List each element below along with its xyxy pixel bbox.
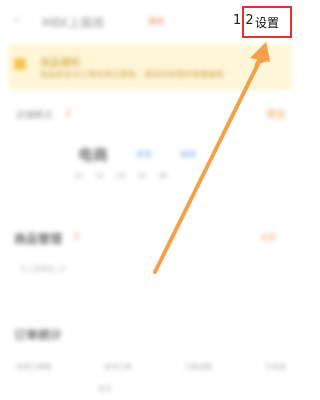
page-title: MBK上报商 (42, 16, 105, 30)
meta-item: 20 (137, 172, 147, 180)
orders-section-title: 订单统计 (14, 328, 63, 342)
meta-item: 16 (116, 172, 126, 180)
chevron-left-icon[interactable]: ‹ (14, 12, 20, 28)
blurred-background: ‹ MBK上报商 测试 商品通知 商品状态与订单信息已更新，请及时处理并查看最新… (0, 0, 300, 400)
meta-item: 32 (74, 172, 83, 180)
orders-stat[interactable]: 订单退款 (184, 362, 212, 372)
title-badge: 测试 (148, 17, 164, 26)
info-section-tag: 2 (66, 109, 72, 118)
store-meta: 32 12 16 20 06 (74, 172, 178, 180)
goods-all-link[interactable]: 全部 (260, 232, 276, 243)
orders-stat[interactable]: 已完成 (265, 362, 286, 372)
notice-title: 商品通知 (40, 58, 80, 69)
notice-icon (14, 58, 26, 70)
orders-stat[interactable]: 本周订单数 (16, 362, 51, 372)
store-name: 电商 (78, 146, 109, 164)
edit-link[interactable]: 编辑 (180, 149, 196, 160)
app-page: ‹ MBK上报商 测试 商品通知 商品状态与订单信息已更新，请及时处理并查看最新… (0, 0, 300, 400)
notice-description: 商品状态与订单信息已更新，请及时处理并查看最新 (40, 70, 224, 79)
goods-subtitle: 已上架商品 12 (20, 265, 67, 273)
preview-link[interactable]: 预览 (266, 106, 286, 121)
info-section-label: 店铺概况 (16, 111, 53, 121)
meta-item: 06 (158, 172, 168, 180)
goods-section-tag: 2 (74, 232, 80, 242)
settings-label: 设置 (254, 15, 279, 30)
settings-button[interactable]: 设置 (242, 6, 292, 38)
orders-row: 本周订单数 本月订单 订单退款 已完成 (16, 362, 286, 372)
orders-more-link[interactable]: 更多 (98, 384, 112, 394)
goods-section-title: 商品管理 (14, 232, 63, 246)
view-link[interactable]: 查看 (136, 149, 152, 160)
orders-stat[interactable]: 本月订单 (104, 362, 132, 372)
meta-item: 12 (95, 172, 105, 180)
